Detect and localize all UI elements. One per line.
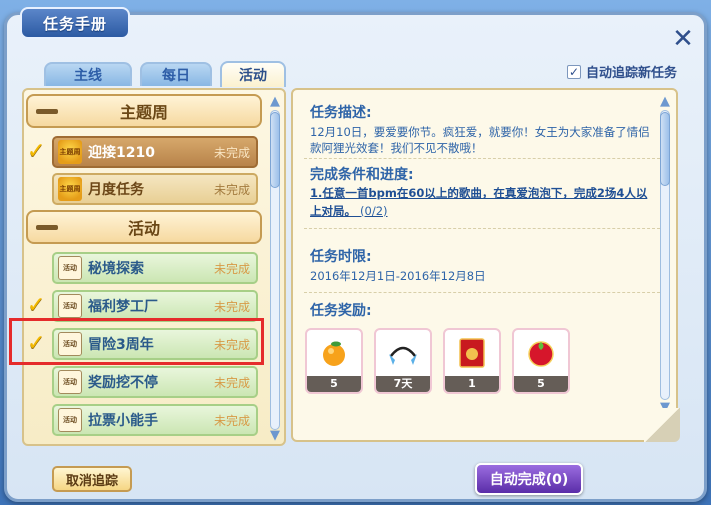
theme-week-star-icon: 主题周 [58, 140, 82, 164]
collapse-icon [36, 109, 58, 114]
task-name: 奖励挖不停 [88, 375, 158, 391]
task-item-monthly[interactable]: 主题周 月度任务 未完成 [52, 173, 258, 205]
task-item-secret-explore[interactable]: 活动 秘境探索 未完成 [52, 252, 258, 284]
page-curl-decoration [644, 408, 680, 442]
divider [304, 158, 660, 159]
close-icon[interactable]: ✕ [670, 26, 696, 52]
tab-event[interactable]: 活动 [220, 61, 286, 87]
detail-scroll-thumb[interactable] [660, 112, 670, 186]
task-name: 拉票小能手 [88, 413, 158, 429]
category-header-theme-week[interactable]: 主题周 [26, 94, 262, 128]
red-envelope-icon [445, 330, 499, 376]
reward-qty: 1 [445, 376, 499, 392]
collapse-icon [36, 225, 58, 230]
divider [304, 292, 660, 293]
orange-icon [307, 330, 361, 376]
reward-item-orange[interactable]: 5 [305, 328, 363, 394]
cancel-track-button[interactable]: 取消追踪 [52, 466, 132, 492]
category-label: 主题周 [119, 103, 168, 122]
reward-qty: 7天 [376, 376, 430, 392]
scroll-up-icon[interactable]: ▲ [657, 95, 673, 108]
scroll-up-icon[interactable]: ▲ [267, 95, 283, 108]
event-book-icon: 活动 [58, 370, 82, 394]
checkbox[interactable]: ✓ [567, 64, 581, 79]
reward-item-red-envelope[interactable]: 1 [443, 328, 501, 394]
task-status: 未完成 [213, 375, 250, 390]
event-book-icon: 活动 [58, 408, 82, 432]
highlight-annotation-box [9, 318, 264, 365]
auto-track-toggle[interactable]: ✓ 自动追踪新任务 [567, 62, 677, 81]
scroll-down-icon[interactable]: ▼ [267, 429, 283, 442]
event-book-icon: 活动 [58, 294, 82, 318]
task-status: 未完成 [213, 145, 250, 160]
headphones-icon [376, 330, 430, 376]
list-scroll-thumb[interactable] [270, 112, 280, 188]
desc-text: 12月10日，要爱要你节。疯狂爱，就要你！女王为大家准备了情侣款阿狸光效套！我们… [310, 125, 650, 155]
task-status: 未完成 [213, 182, 250, 197]
task-name: 月度任务 [88, 182, 144, 198]
cond-progress: (0/2) [360, 204, 388, 218]
task-item-endless-rewards[interactable]: 活动 奖励挖不停 未完成 [52, 366, 258, 398]
reward-qty: 5 [307, 376, 361, 392]
tracked-check-icon: ✓ [27, 139, 46, 164]
reward-item-growth[interactable]: 5 [512, 328, 570, 394]
window-title: 任务手册 [20, 7, 130, 39]
cond-title: 完成条件和进度: [310, 167, 414, 183]
task-status: 未完成 [213, 299, 250, 314]
time-title: 任务时限: [310, 249, 372, 265]
auto-track-label: 自动追踪新任务 [586, 66, 678, 81]
tab-daily[interactable]: 每日 [140, 62, 212, 86]
desc-title: 任务描述: [310, 105, 372, 121]
auto-complete-button[interactable]: 自动完成(0) [475, 463, 583, 495]
theme-week-star-icon: 主题周 [58, 177, 82, 201]
task-status: 未完成 [213, 261, 250, 276]
category-header-event[interactable]: 活动 [26, 210, 262, 244]
category-label: 活动 [127, 219, 160, 238]
task-status: 未完成 [213, 413, 250, 428]
reward-title: 任务奖励: [310, 303, 372, 319]
tracked-check-icon: ✓ [27, 293, 46, 318]
cond-text: 1.任意一首bpm在60以上的歌曲，在真爱泡泡下，完成2场4人以上对局。 (0/… [310, 184, 658, 220]
task-item-welcome-1210[interactable]: 主题周 迎接1210 未完成 [52, 136, 258, 168]
divider [304, 228, 660, 229]
reward-qty: 5 [514, 376, 568, 392]
time-text: 2016年12月1日-2016年12月8日 [310, 269, 486, 283]
task-name: 秘境探索 [88, 261, 144, 277]
task-item-vote-master[interactable]: 活动 拉票小能手 未完成 [52, 404, 258, 436]
reward-item-headphones[interactable]: 7天 [374, 328, 432, 394]
task-name: 福利梦工厂 [88, 299, 158, 315]
task-name: 迎接1210 [88, 145, 155, 161]
event-book-icon: 活动 [58, 256, 82, 280]
growth-badge-icon [514, 330, 568, 376]
tab-main[interactable]: 主线 [44, 62, 132, 86]
